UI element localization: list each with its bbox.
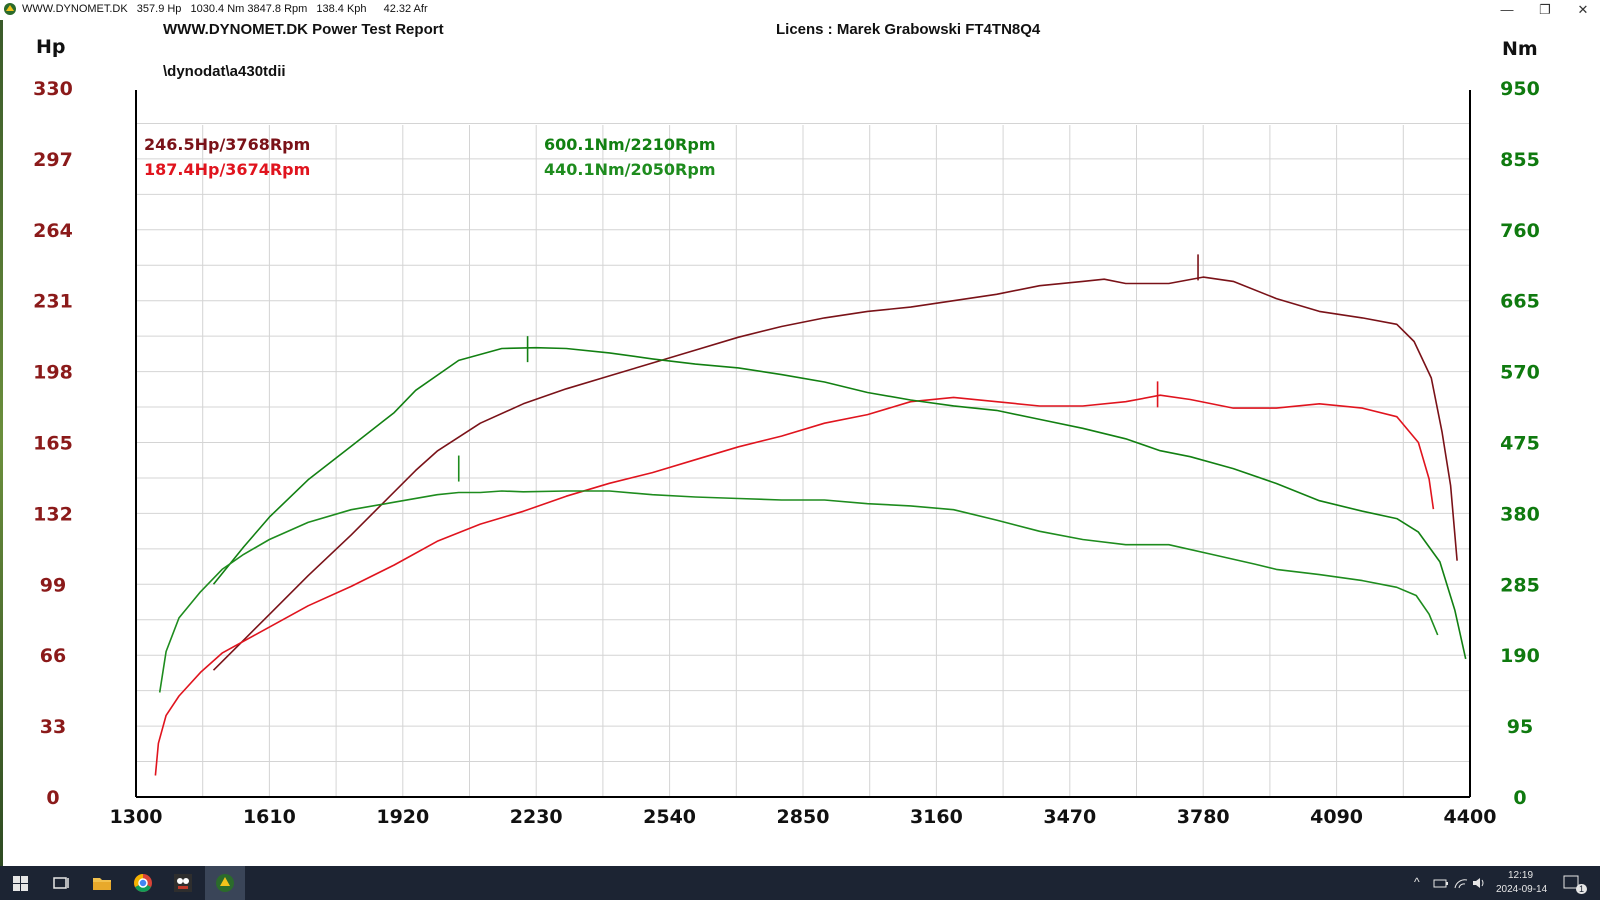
right-tick-label: 95 xyxy=(1507,716,1533,738)
left-tick-label: 330 xyxy=(33,78,73,100)
right-tick-label: 760 xyxy=(1500,220,1540,242)
chart-series xyxy=(154,254,1467,776)
file-explorer-icon[interactable] xyxy=(89,871,115,895)
left-tick-label: 0 xyxy=(46,787,59,809)
tray-chevron-icon[interactable]: ^ xyxy=(1414,875,1420,889)
app-mascot-icon[interactable] xyxy=(170,871,196,895)
left-tick-label: 264 xyxy=(33,220,73,242)
right-tick-label: 0 xyxy=(1513,787,1526,809)
x-tick-label: 1920 xyxy=(376,806,429,828)
right-tick-label: 190 xyxy=(1500,645,1540,667)
right-tick-label: 475 xyxy=(1500,433,1540,455)
left-tick-label: 297 xyxy=(33,149,73,171)
wifi-icon[interactable] xyxy=(1452,871,1470,895)
annotation-power-stock: 187.4Hp/3674Rpm xyxy=(144,160,310,179)
series-line-power_stock xyxy=(154,394,1435,776)
notification-badge: 1 xyxy=(1576,884,1588,894)
right-tick-label: 570 xyxy=(1500,362,1540,384)
x-tick-label: 3160 xyxy=(910,806,963,828)
clock-date[interactable]: 2024-09-14 xyxy=(1496,884,1547,895)
left-tick-label: 231 xyxy=(33,291,73,313)
chart-grid xyxy=(136,122,1470,797)
left-axis-ticks: 3302972642311981651329966330 xyxy=(33,78,73,809)
left-axis-label: Hp xyxy=(36,36,66,58)
dynomet-app-icon[interactable] xyxy=(212,871,238,895)
right-axis-ticks: 950855760665570475380285190950 xyxy=(1500,78,1540,809)
clock-time[interactable]: 12:19 xyxy=(1508,870,1533,881)
right-tick-label: 285 xyxy=(1500,574,1540,596)
x-axis-ticks: 1300 1610 1920 2230 2540 2850 3160 3470 3780 4090… xyxy=(110,806,1497,828)
left-tick-label: 165 xyxy=(33,433,73,455)
right-axis-label: Nm xyxy=(1502,38,1538,60)
annotation-torque-tuned: 600.1Nm/2210Rpm xyxy=(544,135,716,154)
battery-icon[interactable] xyxy=(1432,871,1450,895)
left-tick-label: 33 xyxy=(40,716,66,738)
annotation-power-tuned: 246.5Hp/3768Rpm xyxy=(144,135,310,154)
x-tick-label: 2230 xyxy=(510,806,563,828)
volume-icon[interactable] xyxy=(1470,871,1488,895)
x-tick-label: 4090 xyxy=(1310,806,1363,828)
right-tick-label: 950 xyxy=(1500,78,1540,100)
left-tick-label: 99 xyxy=(40,574,66,596)
dyno-chart: Hp Nm 3302972642311981651329966330 95085… xyxy=(33,36,1540,828)
task-view-icon[interactable] xyxy=(48,871,74,895)
series-line-torque_stock xyxy=(158,490,1439,693)
x-tick-label: 2850 xyxy=(777,806,830,828)
x-tick-label: 3470 xyxy=(1043,806,1096,828)
chrome-icon[interactable] xyxy=(130,871,156,895)
x-tick-label: 2540 xyxy=(643,806,696,828)
left-tick-label: 132 xyxy=(33,503,73,525)
series-line-torque_tuned xyxy=(212,346,1467,660)
x-tick-label: 4400 xyxy=(1444,806,1497,828)
right-tick-label: 380 xyxy=(1500,503,1540,525)
annotation-torque-stock: 440.1Nm/2050Rpm xyxy=(544,160,716,179)
right-tick-label: 665 xyxy=(1500,291,1540,313)
right-tick-label: 855 xyxy=(1500,149,1540,171)
x-tick-label: 1300 xyxy=(110,806,163,828)
left-tick-label: 66 xyxy=(40,645,66,667)
x-tick-label: 1610 xyxy=(243,806,296,828)
windows-start-icon[interactable] xyxy=(8,871,34,895)
taskbar: ^ 12:19 2024-09-14 1 xyxy=(0,866,1600,900)
left-tick-label: 198 xyxy=(33,362,73,384)
x-tick-label: 3780 xyxy=(1177,806,1230,828)
